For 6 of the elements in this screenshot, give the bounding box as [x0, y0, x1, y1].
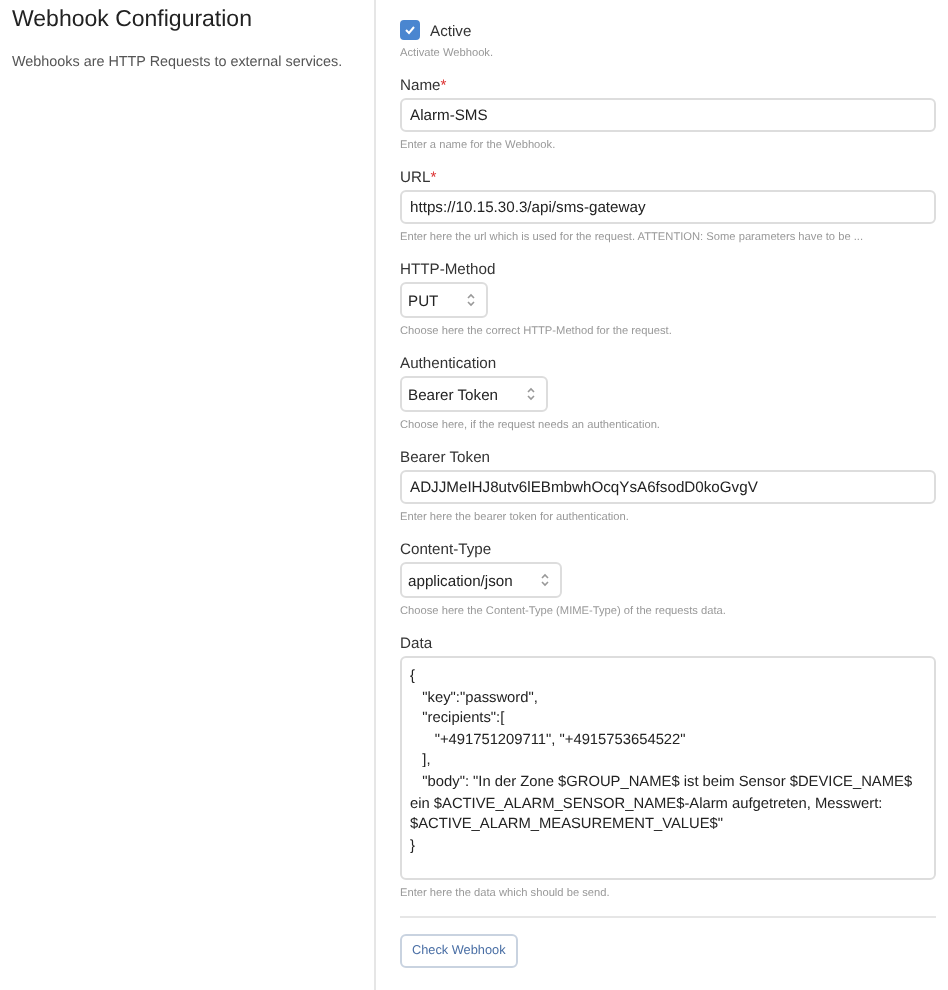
section-title: Webhook Configuration	[12, 8, 254, 32]
sort-caret-icon	[526, 386, 537, 402]
sort-caret-icon	[466, 292, 477, 308]
sort-caret-icon	[540, 572, 551, 588]
checkmark-icon	[404, 24, 416, 36]
checkbox[interactable]	[400, 20, 420, 40]
